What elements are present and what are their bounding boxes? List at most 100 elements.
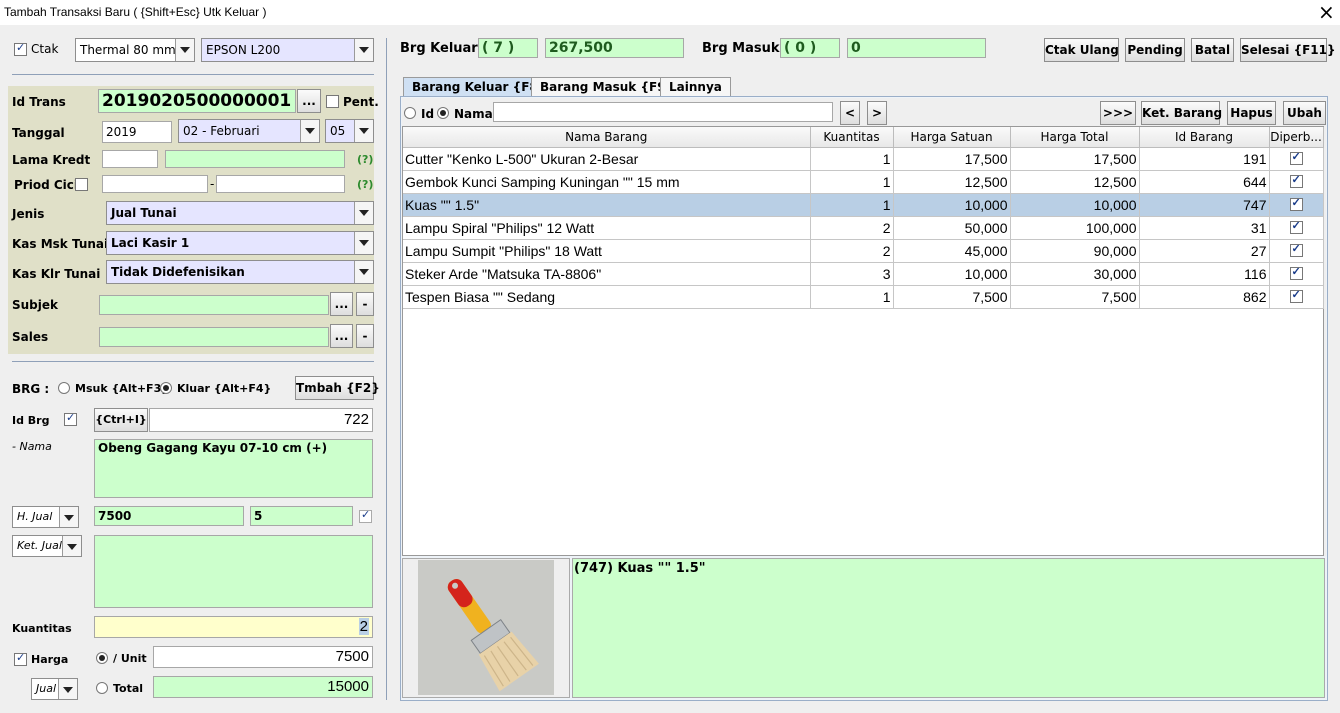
chevron-down-icon[interactable]: [62, 536, 81, 556]
id-trans-browse-button[interactable]: ...: [297, 89, 321, 113]
unit-price-field[interactable]: 7500: [153, 646, 373, 668]
msuk-radio[interactable]: [58, 382, 70, 394]
col-id-barang[interactable]: Id Barang: [1139, 127, 1270, 148]
cell-id: 191: [1139, 147, 1270, 171]
kas-msk-value: Laci Kasir 1: [111, 236, 190, 250]
printer-select[interactable]: EPSON L200: [201, 38, 374, 62]
chevron-down-icon[interactable]: [59, 507, 78, 527]
chevron-down-icon[interactable]: [354, 39, 373, 61]
id-brg-checkbox[interactable]: [64, 411, 77, 426]
priod-cicil-checkbox[interactable]: [75, 178, 88, 191]
table-row[interactable]: Cutter "Kenko L-500" Ukuran 2-Besar 1 17,5…: [403, 147, 1324, 171]
prev-button[interactable]: <: [840, 101, 860, 125]
ctak-checkbox[interactable]: [14, 41, 27, 56]
table-row[interactable]: Gembok Kunci Samping Kuningan "" 15 mm 1 1…: [403, 170, 1324, 194]
kas-klr-select[interactable]: Tidak Didefenisikan: [106, 260, 374, 284]
ket-jual-select[interactable]: Ket. Jual: [12, 535, 82, 557]
sales-field[interactable]: [99, 327, 329, 347]
table-row[interactable]: Tespen Biasa "" Sedang 1 7,500 7,500 862: [403, 285, 1324, 309]
next-button[interactable]: >: [867, 101, 887, 125]
priod-from-field[interactable]: [102, 175, 208, 193]
cell-nama: Steker Arde "Matsuka TA-8806": [403, 262, 811, 286]
sales-browse-button[interactable]: ...: [330, 324, 353, 348]
kuantitas-field[interactable]: 2: [94, 616, 373, 638]
col-harga-total[interactable]: Harga Total: [1010, 127, 1140, 148]
row-checkbox[interactable]: [1289, 150, 1303, 165]
kas-klr-label: Kas Klr Tunai: [12, 267, 101, 281]
month-select[interactable]: 02 - Februari: [178, 119, 320, 143]
chevron-down-icon[interactable]: [354, 120, 373, 142]
subjek-field[interactable]: [99, 295, 329, 315]
unit-radio[interactable]: [96, 652, 108, 664]
row-checkbox[interactable]: [1289, 173, 1303, 188]
row-checkbox[interactable]: [1289, 196, 1303, 211]
lama-kredit-help[interactable]: (?): [357, 153, 373, 166]
row-checkbox[interactable]: [1289, 219, 1303, 234]
ctrl-i-button[interactable]: {Ctrl+I}: [94, 408, 148, 432]
row-checkbox[interactable]: [1289, 265, 1303, 280]
day-select[interactable]: 05: [325, 119, 374, 143]
col-nama-barang[interactable]: Nama Barang: [403, 127, 811, 148]
search-input[interactable]: [493, 102, 833, 122]
table-row-selected[interactable]: Kuas "" 1.5" 1 10,000 10,000 747: [403, 193, 1324, 217]
tab-lainnya[interactable]: Lainnya: [660, 77, 731, 97]
ubah-button[interactable]: Ubah: [1283, 101, 1326, 125]
id-brg-label: Id Brg: [12, 414, 50, 427]
h-jual-qty-field[interactable]: 5: [250, 506, 353, 526]
nama-radio[interactable]: [437, 107, 449, 119]
batal-button[interactable]: Batal: [1191, 38, 1234, 62]
chevron-down-icon[interactable]: [354, 261, 373, 283]
h-jual-select[interactable]: H. Jual: [12, 506, 79, 528]
id-radio[interactable]: [404, 107, 416, 119]
table-row[interactable]: Steker Arde "Matsuka TA-8806" 3 10,000 30,0…: [403, 262, 1324, 286]
total-radio[interactable]: [96, 682, 108, 694]
row-checkbox[interactable]: [1289, 288, 1303, 303]
h-jual-field[interactable]: 7500: [94, 506, 244, 526]
row-checkbox[interactable]: [1289, 242, 1303, 257]
priod-help[interactable]: (?): [357, 178, 373, 191]
total-field[interactable]: 15000: [153, 676, 373, 698]
kluar-radio[interactable]: [160, 382, 172, 394]
sales-clear-button[interactable]: -: [356, 324, 374, 348]
jenis-select[interactable]: Jual Tunai: [106, 201, 374, 225]
hapus-button[interactable]: Hapus: [1227, 101, 1276, 125]
chevron-down-icon[interactable]: [175, 39, 194, 61]
nama-field[interactable]: Obeng Gagang Kayu 07-10 cm (+): [94, 439, 373, 498]
kas-msk-select[interactable]: Laci Kasir 1: [106, 231, 374, 255]
cell-total: 17,500: [1010, 147, 1140, 171]
pent-checkbox[interactable]: [326, 95, 339, 108]
h-jual-checkbox[interactable]: [359, 508, 372, 523]
ctak-ulang-button[interactable]: Ctak Ulang: [1044, 38, 1119, 62]
col-kuantitas[interactable]: Kuantitas: [810, 127, 894, 148]
paper-select[interactable]: Thermal 80 mm: [75, 38, 195, 62]
priod-to-field[interactable]: [216, 175, 345, 193]
selesai-button[interactable]: Selesai {F11}: [1240, 38, 1336, 62]
subjek-browse-button[interactable]: ...: [330, 292, 353, 316]
lama-kredit-field[interactable]: [102, 150, 158, 168]
id-brg-field[interactable]: 722: [149, 408, 373, 432]
ket-jual-field[interactable]: [94, 535, 373, 608]
kas-klr-value: Tidak Didefenisikan: [111, 265, 245, 279]
more-button[interactable]: >>>: [1100, 101, 1136, 125]
chevron-down-icon[interactable]: [354, 202, 373, 224]
year-field[interactable]: 2019: [102, 121, 172, 143]
sales-label: Sales: [12, 330, 49, 344]
subjek-clear-button[interactable]: -: [356, 292, 374, 316]
day-value: 05: [330, 124, 346, 138]
cell-check: [1269, 239, 1324, 263]
tambah-button[interactable]: Tmbah {F2}: [295, 376, 380, 400]
harga-checkbox[interactable]: [14, 651, 27, 666]
cell-qty: 2: [810, 216, 894, 240]
id-trans-field[interactable]: 2019020500000001: [98, 89, 296, 113]
table-row[interactable]: Lampu Spiral "Philips" 12 Watt 2 50,000 100…: [403, 216, 1324, 240]
chevron-down-icon[interactable]: [58, 679, 77, 699]
chevron-down-icon[interactable]: [300, 120, 319, 142]
pending-button[interactable]: Pending: [1125, 38, 1185, 62]
col-diperbarui[interactable]: Diperb...: [1269, 127, 1324, 148]
jual-select[interactable]: Jual: [31, 678, 78, 700]
chevron-down-icon[interactable]: [354, 232, 373, 254]
table-row[interactable]: Lampu Sumpit "Philips" 18 Watt 2 45,000 90,…: [403, 239, 1324, 263]
col-harga-satuan[interactable]: Harga Satuan: [893, 127, 1011, 148]
close-icon[interactable]: ×: [1318, 1, 1335, 23]
ket-barang-button[interactable]: Ket. Barang: [1141, 101, 1222, 125]
